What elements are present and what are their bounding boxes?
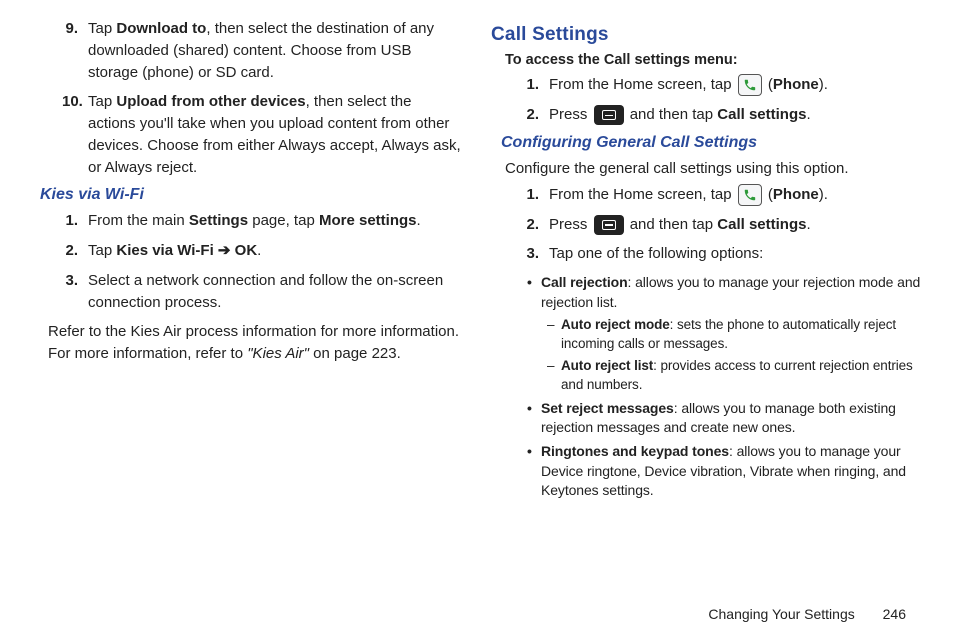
dash-auto-reject-list: – Auto reject list: provides access to c…: [547, 357, 924, 395]
left-column: 9. Tap Download to, then select the dest…: [30, 18, 463, 505]
text: and then tap: [630, 216, 718, 233]
bold: Phone: [773, 76, 819, 93]
list-number: 1.: [62, 210, 88, 232]
config-heading: Configuring General Call Settings: [501, 134, 924, 152]
list-number: 3.: [523, 243, 549, 265]
list-body: Press and then tap Call settings.: [549, 104, 924, 126]
text: Press: [549, 216, 592, 233]
text: .: [806, 106, 810, 123]
text: From the main: [88, 212, 189, 229]
dash-mark: –: [547, 316, 561, 354]
access-intro: To access the Call settings menu:: [505, 52, 924, 68]
text: page, tap: [248, 212, 319, 229]
list-number: 2.: [523, 104, 549, 126]
text: Tap: [88, 20, 116, 37]
bold: Call rejection: [541, 274, 628, 290]
config-step-3: 3. Tap one of the following options:: [491, 243, 924, 265]
list-body: Tap Download to, then select the destina…: [88, 18, 463, 83]
bullet-body: Call rejection: allows you to manage you…: [541, 273, 924, 312]
bullet-dot: •: [527, 273, 541, 312]
access-step-2: 2. Press and then tap Call settings.: [491, 104, 924, 126]
bold: Settings: [189, 212, 248, 229]
list-body: Tap Upload from other devices, then sele…: [88, 91, 463, 178]
page-content: 9. Tap Download to, then select the dest…: [0, 0, 954, 505]
text: .: [806, 216, 810, 233]
dash-body: Auto reject mode: sets the phone to auto…: [561, 316, 924, 354]
list-number: 1.: [523, 74, 549, 96]
text: From the Home screen, tap: [549, 76, 736, 93]
phone-icon: [738, 184, 762, 206]
menu-icon: [594, 215, 624, 235]
step-10: 10. Tap Upload from other devices, then …: [30, 91, 463, 178]
text: ).: [819, 76, 828, 93]
bold: Call settings: [717, 216, 806, 233]
bullet-body: Set reject messages: allows you to manag…: [541, 399, 924, 438]
list-body: Press and then tap Call settings.: [549, 214, 924, 236]
list-number: 2.: [523, 214, 549, 236]
text: From the Home screen, tap: [549, 186, 736, 203]
list-number: 1.: [523, 184, 549, 206]
page-number: 246: [883, 606, 906, 622]
text: and then tap: [630, 106, 718, 123]
bold: More settings: [319, 212, 417, 229]
text: .: [257, 242, 261, 259]
bold: Call settings: [717, 106, 806, 123]
bullet-body: Ringtones and keypad tones: allows you t…: [541, 442, 924, 501]
list-number: 10.: [62, 91, 88, 178]
footer-section: Changing Your Settings: [708, 606, 854, 622]
bold: Phone: [773, 186, 819, 203]
kies-step-3: 3. Select a network connection and follo…: [30, 270, 463, 314]
bullet-dot: •: [527, 442, 541, 501]
list-number: 3.: [62, 270, 88, 314]
list-number: 9.: [62, 18, 88, 83]
config-step-1: 1. From the Home screen, tap (Phone).: [491, 184, 924, 206]
list-body: Tap Kies via Wi-Fi ➔ OK.: [88, 240, 463, 262]
list-body: Select a network connection and follow t…: [88, 270, 463, 314]
right-column: Call Settings To access the Call setting…: [491, 18, 924, 505]
bullet-call-rejection: • Call rejection: allows you to manage y…: [527, 273, 924, 312]
bullet-ringtones: • Ringtones and keypad tones: allows you…: [527, 442, 924, 501]
dash-auto-reject-mode: – Auto reject mode: sets the phone to au…: [547, 316, 924, 354]
text: .: [416, 212, 420, 229]
bold: OK: [235, 242, 258, 259]
kies-step-1: 1. From the main Settings page, tap More…: [30, 210, 463, 232]
access-step-1: 1. From the Home screen, tap (Phone).: [491, 74, 924, 96]
bullet-set-reject: • Set reject messages: allows you to man…: [527, 399, 924, 438]
config-intro: Configure the general call settings usin…: [505, 158, 924, 180]
bold: Kies via Wi-Fi: [116, 242, 213, 259]
text: ).: [819, 186, 828, 203]
kies-step-2: 2. Tap Kies via Wi-Fi ➔ OK.: [30, 240, 463, 262]
text: Tap: [88, 93, 116, 110]
cross-reference: "Kies Air": [247, 345, 309, 362]
kies-heading: Kies via Wi-Fi: [40, 186, 463, 204]
bold: Auto reject mode: [561, 317, 670, 332]
list-number: 2.: [62, 240, 88, 262]
text: Tap one of the following options:: [549, 245, 763, 262]
refer-paragraph: Refer to the Kies Air process informatio…: [48, 321, 463, 365]
list-body: From the main Settings page, tap More se…: [88, 210, 463, 232]
dash-mark: –: [547, 357, 561, 395]
arrow-icon: ➔: [214, 242, 235, 259]
text: Tap: [88, 242, 116, 259]
text: Select a network connection and follow t…: [88, 272, 443, 311]
bold: Download to: [116, 20, 206, 37]
list-body: Tap one of the following options:: [549, 243, 924, 265]
page-footer: Changing Your Settings 246: [708, 606, 906, 622]
menu-icon: [594, 105, 624, 125]
bold: Upload from other devices: [116, 93, 305, 110]
config-step-2: 2. Press and then tap Call settings.: [491, 214, 924, 236]
call-settings-heading: Call Settings: [491, 24, 924, 46]
list-body: From the Home screen, tap (Phone).: [549, 74, 924, 96]
bullet-dot: •: [527, 399, 541, 438]
text: Press: [549, 106, 592, 123]
dash-body: Auto reject list: provides access to cur…: [561, 357, 924, 395]
bold: Ringtones and keypad tones: [541, 443, 729, 459]
list-body: From the Home screen, tap (Phone).: [549, 184, 924, 206]
bold: Set reject messages: [541, 400, 674, 416]
bold: Auto reject list: [561, 358, 653, 373]
text: on page 223.: [309, 345, 401, 362]
phone-icon: [738, 74, 762, 96]
step-9: 9. Tap Download to, then select the dest…: [30, 18, 463, 83]
